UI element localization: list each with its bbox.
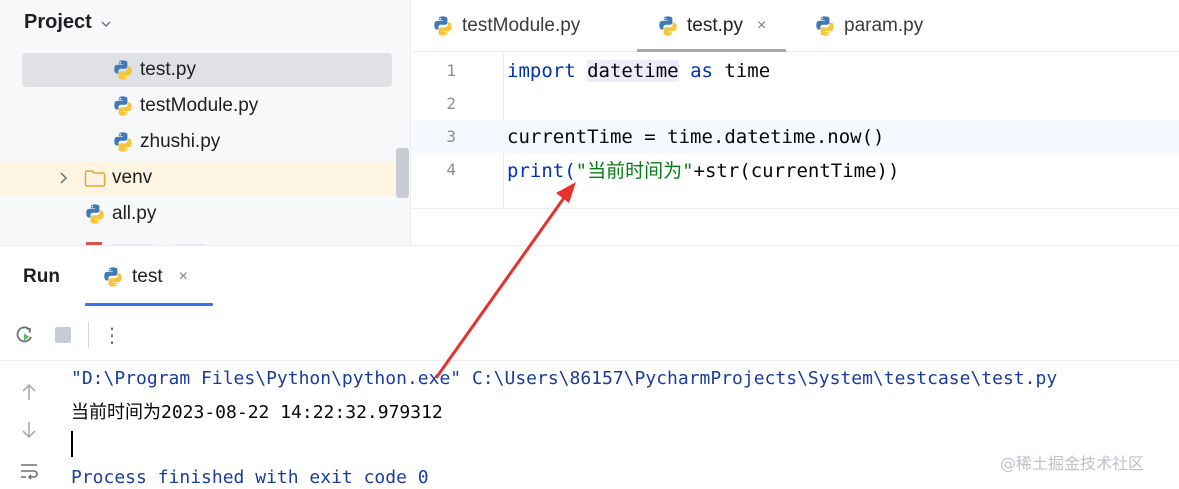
code-line[interactable]: 1 import datetime as time xyxy=(412,54,1179,87)
scroll-down-button[interactable] xyxy=(18,419,40,441)
python-file-icon xyxy=(112,131,134,153)
code-line[interactable]: 4 print("当前时间为"+str(currentTime)) xyxy=(412,153,1179,186)
tab-label: testModule.py xyxy=(462,15,581,36)
soft-wrap-button[interactable] xyxy=(18,460,40,482)
chevron-right-icon[interactable] xyxy=(56,171,70,185)
run-header: Run test × xyxy=(0,246,1179,308)
code-area[interactable]: 1 import datetime as time 2 3 currentTim… xyxy=(412,53,1179,209)
run-toolbar: ⋮ xyxy=(0,316,1179,352)
stop-button[interactable] xyxy=(52,324,74,346)
text-caret xyxy=(71,431,73,457)
arrow-down-icon xyxy=(22,422,36,439)
project-panel: Project test.py testModule.py zhushi.py … xyxy=(0,0,411,245)
project-scrollbar[interactable] xyxy=(396,148,409,198)
file-label: all.py xyxy=(112,203,157,224)
keyword-import: import xyxy=(507,59,576,82)
string-literal: "当前时间为" xyxy=(575,160,694,182)
python-file-icon xyxy=(112,59,134,81)
arrow-up-icon xyxy=(22,383,36,400)
project-header[interactable]: Project xyxy=(24,10,112,34)
console-exit-line: Process finished with exit code 0 xyxy=(71,466,429,488)
editor: testModule.py test.py × param.py 1 impor… xyxy=(412,0,1179,245)
run-tab-indicator xyxy=(85,303,213,306)
python-file-icon xyxy=(102,266,124,288)
code-text: currentTime = time.datetime.now() xyxy=(507,125,885,148)
rerun-button[interactable] xyxy=(14,324,36,346)
watermark: @稀土掘金技术社区 xyxy=(1000,450,1144,474)
console-command-line: "D:\Program Files\Python\python.exe" C:\… xyxy=(71,367,1058,389)
folder-venv[interactable]: venv xyxy=(0,161,398,195)
soft-wrap-icon xyxy=(21,464,38,480)
run-tab-label: test xyxy=(132,266,163,287)
close-icon[interactable]: × xyxy=(179,268,188,286)
line-number: 3 xyxy=(446,127,456,146)
alias-name: time xyxy=(724,59,771,82)
console-output-line: 当前时间为2023-08-22 14:22:32.979312 xyxy=(71,402,443,423)
console-gutter xyxy=(0,361,56,489)
run-tab-test[interactable]: test × xyxy=(102,262,188,292)
more-vertical-icon: ⋮ xyxy=(102,323,122,347)
line-number: 1 xyxy=(446,61,456,80)
code-line[interactable]: 2 xyxy=(412,87,1179,120)
python-file-icon xyxy=(814,15,836,37)
tab-label: test.py xyxy=(687,15,743,36)
python-file-icon xyxy=(84,203,106,225)
file-label: test.py xyxy=(140,59,196,80)
folder-icon xyxy=(84,170,106,187)
stop-icon xyxy=(55,327,71,343)
code-text: print("当前时间为"+str(currentTime)) xyxy=(507,156,899,183)
project-title: Project xyxy=(24,10,92,33)
code-line-current[interactable]: 3 currentTime = time.datetime.now() xyxy=(412,120,1179,153)
watermark-text: @稀土掘金技术社区 xyxy=(1000,454,1145,473)
file-test-py[interactable]: test.py xyxy=(0,53,398,87)
tab-param-py[interactable]: param.py xyxy=(814,0,923,52)
file-label: testModule.py xyxy=(140,95,259,116)
run-title: Run xyxy=(23,266,60,287)
line-number: 2 xyxy=(446,94,456,113)
more-options-button[interactable]: ⋮ xyxy=(101,323,123,347)
python-file-icon xyxy=(112,95,134,117)
expression: +str(currentTime)) xyxy=(693,160,900,182)
code-text: import datetime as time xyxy=(507,59,771,82)
console-input-line[interactable] xyxy=(71,429,73,459)
rerun-icon xyxy=(16,326,32,343)
tab-test-py[interactable]: test.py × xyxy=(636,0,787,52)
line-number: 4 xyxy=(446,160,456,179)
module-name: datetime xyxy=(587,59,679,82)
toolbar-separator xyxy=(88,322,89,348)
tab-testmodule-py[interactable]: testModule.py xyxy=(432,0,580,52)
tab-label: param.py xyxy=(844,15,924,36)
python-file-icon xyxy=(432,15,454,37)
keyword-as: as xyxy=(690,59,713,82)
file-label: zhushi.py xyxy=(140,131,221,152)
python-file-icon xyxy=(657,15,679,37)
file-testmodule-py[interactable]: testModule.py xyxy=(0,89,398,123)
folder-label: venv xyxy=(112,167,153,188)
builtin-print: print( xyxy=(507,160,576,182)
close-icon[interactable]: × xyxy=(757,17,766,35)
file-all-py[interactable]: all.py xyxy=(0,197,398,231)
scroll-up-button[interactable] xyxy=(18,381,40,403)
file-zhushi-py[interactable]: zhushi.py xyxy=(0,125,398,159)
editor-tabs: testModule.py test.py × param.py xyxy=(412,0,1179,52)
chevron-down-icon xyxy=(101,21,111,27)
